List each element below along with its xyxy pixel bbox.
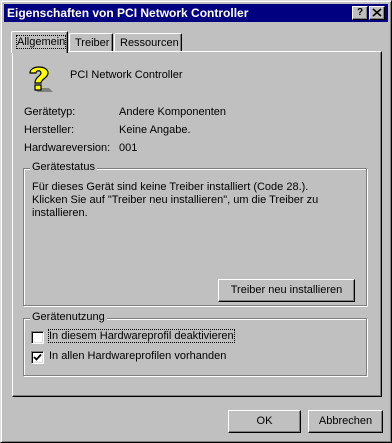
tab-allgemein-label: Allgemein <box>15 35 67 49</box>
hardware-version-label: Hardwareversion: <box>24 142 111 154</box>
manufacturer-value: Keine Angabe. <box>119 124 191 136</box>
tab-treiber[interactable]: Treiber <box>69 33 113 52</box>
exists-in-all-profiles-label[interactable]: In allen Hardwareprofilen vorhanden <box>49 350 226 362</box>
reinstall-driver-label: Treiber neu installieren <box>230 284 343 296</box>
device-type-value: Andere Komponenten <box>119 106 227 118</box>
tab-ressourcen-label: Ressourcen <box>120 37 179 49</box>
title-bar[interactable]: Eigenschaften von PCI Network Controller… <box>4 4 388 22</box>
disable-in-profile-label[interactable]: In diesem Hardwareprofil deaktivieren <box>48 329 235 343</box>
help-button[interactable]: ? <box>352 6 368 20</box>
reinstall-driver-button[interactable]: Treiber neu installieren <box>218 279 355 302</box>
disable-in-profile-checkbox[interactable] <box>31 331 44 344</box>
window-title: Eigenschaften von PCI Network Controller <box>7 6 249 20</box>
device-status-group: Gerätestatus Für dieses Gerät sind keine… <box>23 161 367 306</box>
unknown-device-question-icon <box>29 66 53 92</box>
device-type-label: Gerätetyp: <box>24 106 76 118</box>
device-usage-title: Gerätenutzung <box>30 311 107 323</box>
device-status-message: Für dieses Gerät sind keine Treiber inst… <box>32 181 319 219</box>
exists-in-all-profiles-checkbox[interactable] <box>31 351 44 364</box>
ok-label: OK <box>256 415 273 427</box>
tab-ressourcen[interactable]: Ressourcen <box>114 33 182 52</box>
tab-allgemein[interactable]: Allgemein <box>11 31 68 53</box>
device-name: PCI Network Controller <box>70 69 183 81</box>
device-usage-group: Gerätenutzung In diesem Hardwareprofil d… <box>23 311 367 376</box>
device-status-title: Gerätestatus <box>30 161 97 173</box>
checkmark-icon <box>33 353 42 361</box>
close-icon <box>372 8 382 17</box>
ok-button[interactable]: OK <box>228 410 301 433</box>
close-button[interactable] <box>369 6 385 20</box>
cancel-button[interactable]: Abbrechen <box>308 410 383 433</box>
cancel-label: Abbrechen <box>318 415 373 427</box>
tab-panel-allgemein: PCI Network Controller Gerätetyp: Andere… <box>12 51 382 397</box>
tab-treiber-label: Treiber <box>75 37 110 49</box>
manufacturer-label: Hersteller: <box>24 124 75 136</box>
hardware-version-value: 001 <box>119 142 138 154</box>
properties-dialog: Eigenschaften von PCI Network Controller… <box>0 0 392 443</box>
